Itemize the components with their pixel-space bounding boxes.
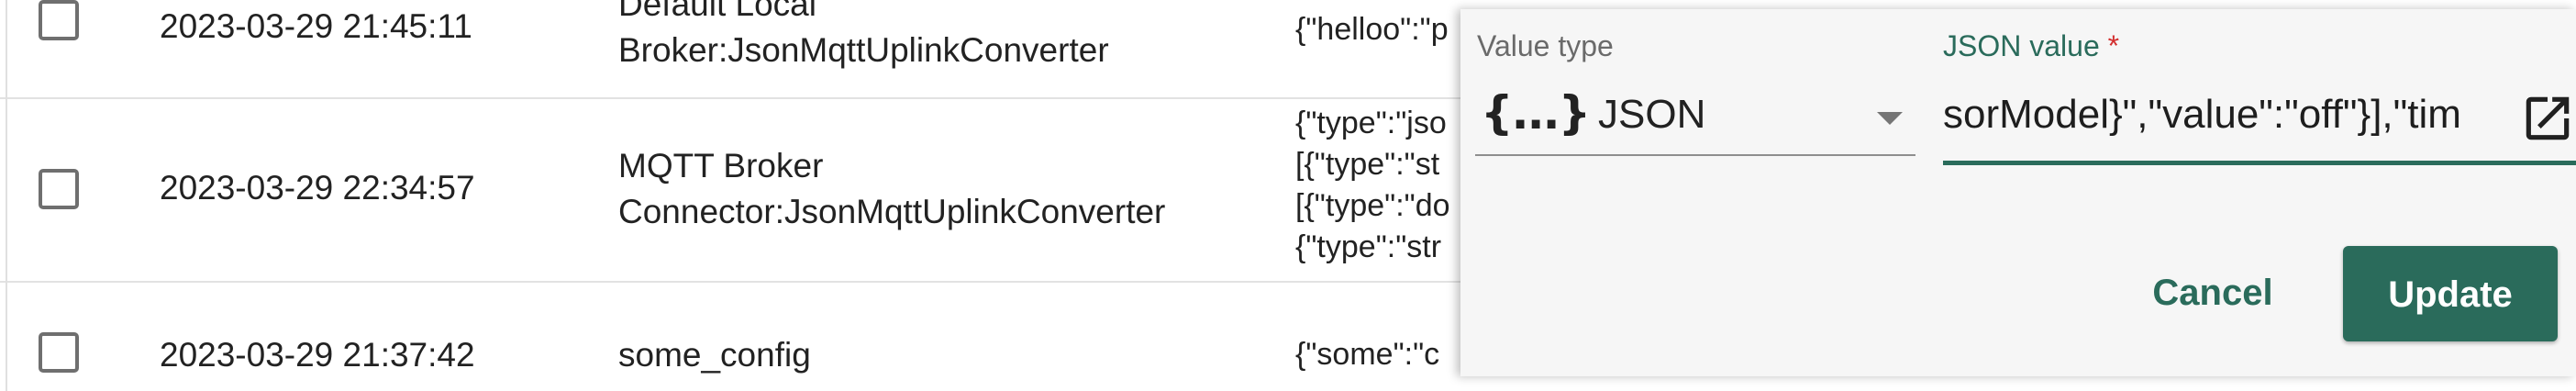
json-line: {"type":"str: [1295, 229, 1442, 264]
edit-attribute-panel: Value type {...} JSON JSON value * sorMo…: [1460, 9, 2576, 376]
json-cell: {"type":"jso [{"type":"st [{"type":"do {…: [1295, 103, 1466, 268]
json-value-input[interactable]: sorModel}","value":"off"}],"tim: [1943, 75, 2576, 165]
cancel-button[interactable]: Cancel: [2112, 246, 2314, 338]
value-type-value: JSON: [1598, 92, 1706, 137]
json-line: {"helloo":"p: [1295, 12, 1449, 47]
json-value-label: JSON value *: [1943, 29, 2119, 63]
dropdown-arrow-icon: [1877, 112, 1903, 125]
timestamp-cell: 2023-03-29 21:37:42: [160, 336, 475, 374]
open-in-new-icon[interactable]: [2519, 90, 2576, 147]
table-row[interactable]: 2023-03-29 21:45:11 Default Local Broker…: [0, 0, 1468, 99]
timestamp-cell: 2023-03-29 21:45:11: [160, 7, 472, 45]
value-type-label: Value type: [1477, 29, 1614, 62]
source-cell: MQTT Broker Connector:JsonMqttUplinkConv…: [618, 143, 1165, 235]
json-cell: {"some":"c: [1295, 334, 1466, 375]
source-cell: some_config: [618, 332, 811, 378]
open-in-new-icon-svg: [2526, 96, 2570, 140]
row-border: [6, 281, 7, 391]
source-line-2: Broker:JsonMqttUplinkConverter: [618, 31, 1109, 69]
json-line: [{"type":"st: [1295, 147, 1440, 182]
json-cell: {"helloo":"p: [1295, 9, 1466, 50]
json-value-text: sorModel}","value":"off"}],"tim: [1943, 92, 2461, 137]
row-checkbox[interactable]: [39, 332, 79, 373]
json-line: {"type":"jso: [1295, 106, 1447, 140]
row-checkbox[interactable]: [39, 169, 79, 209]
source-line-1: some_config: [618, 336, 811, 374]
source-line-2: Connector:JsonMqttUplinkConverter: [618, 193, 1166, 230]
source-line-1: MQTT Broker: [618, 147, 824, 184]
source-cell: Default Local Broker:JsonMqttUplinkConve…: [618, 0, 1109, 73]
table-row[interactable]: 2023-03-29 22:34:57 MQTT Broker Connecto…: [0, 97, 1468, 283]
row-border: [6, 97, 7, 281]
json-type-icon: {...}: [1481, 86, 1591, 140]
source-line-1: Default Local: [618, 0, 816, 23]
row-border: [6, 0, 7, 97]
timestamp-cell: 2023-03-29 22:34:57: [160, 169, 475, 207]
json-line: [{"type":"do: [1295, 188, 1450, 223]
required-mark: *: [2107, 29, 2120, 62]
row-checkbox[interactable]: [39, 0, 79, 40]
update-button[interactable]: Update: [2343, 246, 2558, 341]
json-line: {"some":"c: [1295, 337, 1440, 372]
value-type-select[interactable]: {...} JSON: [1475, 75, 1915, 156]
json-value-label-text: JSON value: [1943, 29, 2100, 62]
table-row[interactable]: 2023-03-29 21:37:42 some_config {"some":…: [0, 281, 1468, 391]
